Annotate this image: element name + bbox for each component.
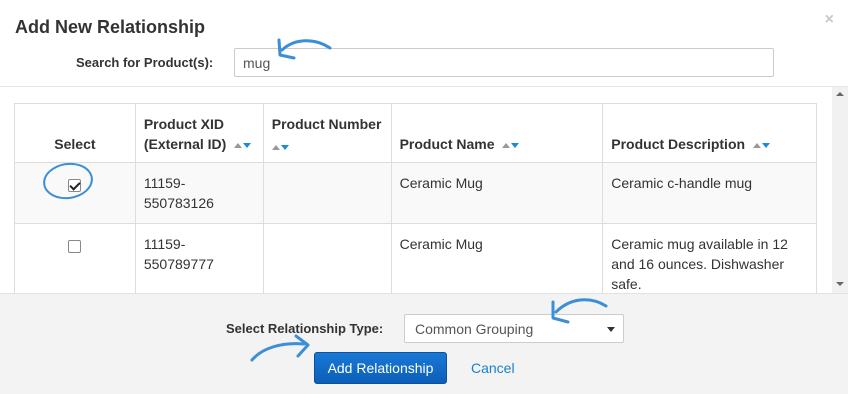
- header-product-name[interactable]: Product Name: [390, 103, 604, 163]
- header-xid-line2: (External ID): [143, 136, 227, 152]
- header-description-label: Product Description: [611, 136, 746, 152]
- select-cell: [14, 223, 136, 293]
- xid-cell: 11159- 550783126: [134, 162, 264, 224]
- header-product-xid[interactable]: Product XID (External ID): [134, 103, 264, 163]
- scroll-down-icon[interactable]: [836, 282, 844, 286]
- search-row: Search for Product(s):: [0, 48, 848, 78]
- scrollbar[interactable]: [832, 87, 848, 293]
- header-select: Select: [14, 103, 136, 163]
- sort-icon[interactable]: [271, 144, 289, 150]
- xid-cell: 11159- 550789777: [134, 223, 264, 293]
- header-product-description[interactable]: Product Description: [602, 103, 817, 163]
- results-table: Select Product XID (External ID) Product…: [14, 103, 817, 293]
- add-relationship-modal: Add New Relationship × Search for Produc…: [0, 0, 848, 394]
- row-checkbox[interactable]: [68, 240, 82, 253]
- relationship-type-value: Common Grouping: [415, 321, 534, 337]
- relationship-type-label: Select Relationship Type:: [226, 321, 384, 336]
- scroll-up-icon[interactable]: [836, 92, 844, 96]
- description-cell: Ceramic c-handle mug: [602, 162, 817, 224]
- modal-footer: Select Relationship Type: Common Groupin…: [0, 293, 848, 394]
- sort-icon[interactable]: [502, 142, 520, 148]
- search-input[interactable]: [234, 48, 774, 77]
- sort-icon[interactable]: [234, 142, 252, 148]
- annotation-circle: [41, 159, 96, 203]
- description-cell: Ceramic mug available in 12 and 16 ounce…: [602, 223, 817, 293]
- number-cell: [262, 162, 392, 224]
- table-row: 11159- 550789777 Ceramic Mug Ceramic mug …: [14, 223, 817, 293]
- cancel-link[interactable]: Cancel: [471, 360, 515, 376]
- close-icon[interactable]: ×: [825, 11, 834, 29]
- table-row: 11159- 550783126 Ceramic Mug Ceramic c-ha…: [14, 159, 817, 224]
- chevron-down-icon: [607, 327, 615, 332]
- header-number-label: Product Number: [271, 116, 382, 132]
- header-name-label: Product Name: [399, 136, 495, 152]
- results-table-container: Select Product XID (External ID) Product…: [0, 87, 848, 293]
- add-relationship-button[interactable]: Add Relationship: [314, 352, 447, 384]
- name-cell: Ceramic Mug: [390, 162, 604, 224]
- modal-title: Add New Relationship: [15, 17, 206, 37]
- select-cell: [14, 159, 136, 224]
- sort-icon[interactable]: [752, 142, 770, 148]
- header-product-number[interactable]: Product Number: [262, 103, 392, 163]
- relationship-type-select[interactable]: Common Grouping: [404, 314, 624, 343]
- header-xid-line1: Product XID: [143, 116, 224, 132]
- table-header-row: Select Product XID (External ID) Product…: [14, 103, 817, 163]
- name-cell: Ceramic Mug: [390, 223, 604, 293]
- number-cell: [262, 223, 392, 293]
- search-label: Search for Product(s):: [76, 55, 214, 70]
